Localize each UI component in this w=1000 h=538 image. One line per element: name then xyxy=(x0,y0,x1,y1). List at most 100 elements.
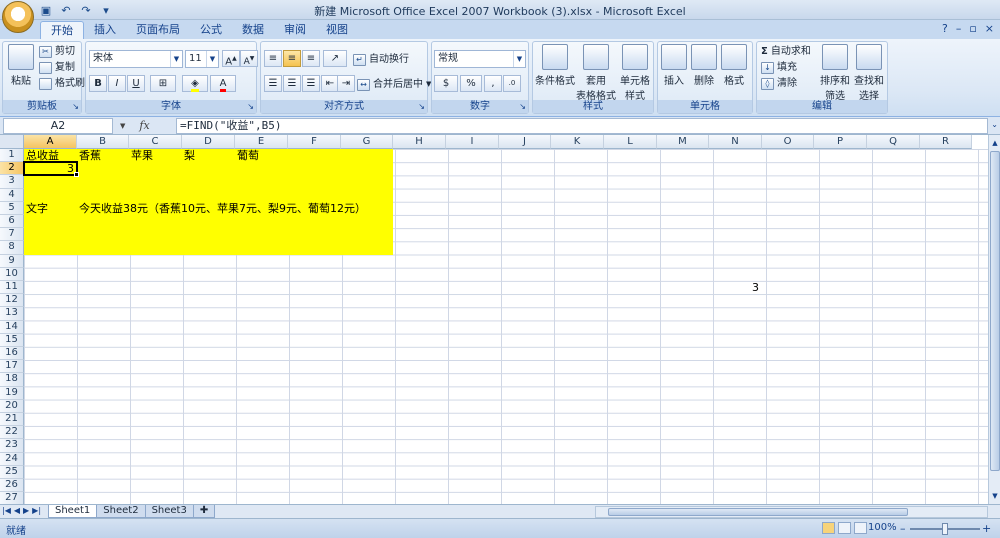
autosum-button[interactable]: Σ 自动求和 xyxy=(761,44,811,59)
help-icon[interactable]: ? xyxy=(942,22,948,35)
column-header-I[interactable]: I xyxy=(446,135,499,149)
undo-icon[interactable]: ↶ xyxy=(58,3,74,18)
font-color-button[interactable]: A xyxy=(210,75,236,92)
insert-function-button[interactable]: fx xyxy=(139,119,149,132)
align-bottom-button[interactable]: ≡ xyxy=(302,50,320,67)
tab-view[interactable]: 视图 xyxy=(316,21,358,39)
shrink-font-button[interactable]: A▼ xyxy=(240,50,258,67)
row-header-17[interactable]: 17 xyxy=(0,360,24,374)
column-header-L[interactable]: L xyxy=(604,135,657,149)
column-header-J[interactable]: J xyxy=(499,135,551,149)
increase-indent-button[interactable]: ⇥ xyxy=(337,75,355,92)
row-header-9[interactable]: 9 xyxy=(0,254,24,268)
row-header-24[interactable]: 24 xyxy=(0,452,24,466)
customize-qat-icon[interactable]: ▾ xyxy=(98,3,114,18)
dialog-launcher-icon[interactable]: ↘ xyxy=(519,102,526,111)
border-button[interactable]: ⊞ xyxy=(150,75,176,92)
row-header-22[interactable]: 22 xyxy=(0,426,24,440)
row-header-25[interactable]: 25 xyxy=(0,465,24,479)
column-header-F[interactable]: F xyxy=(288,135,341,149)
zoom-out-icon[interactable]: – xyxy=(900,522,906,535)
cell-A5[interactable]: 文字 xyxy=(26,202,48,215)
align-top-button[interactable]: ≡ xyxy=(264,50,282,67)
column-header-P[interactable]: P xyxy=(814,135,867,149)
row-header-18[interactable]: 18 xyxy=(0,373,24,387)
fill-handle[interactable] xyxy=(74,172,79,178)
fill-color-button[interactable]: ◈ xyxy=(182,75,208,92)
active-cell-border[interactable] xyxy=(23,161,78,177)
comma-button[interactable]: , xyxy=(484,75,502,92)
cut-button[interactable]: ✂ 剪切 xyxy=(39,44,75,59)
find-select-button[interactable]: 查找和 选择 xyxy=(853,44,885,102)
clear-button[interactable]: ◊ 清除 xyxy=(761,76,797,91)
increase-decimal-button[interactable]: .0 xyxy=(503,75,521,92)
row-header-1[interactable]: 1 xyxy=(0,149,24,163)
underline-button[interactable]: U xyxy=(127,75,145,92)
column-header-M[interactable]: M xyxy=(657,135,709,149)
select-all-corner[interactable] xyxy=(0,135,24,149)
format-as-table-button[interactable]: 套用 表格格式 xyxy=(575,44,617,102)
row-header-20[interactable]: 20 xyxy=(0,399,24,413)
cell-A1[interactable]: 总收益 xyxy=(26,149,59,162)
column-header-R[interactable]: R xyxy=(920,135,972,149)
row-header-13[interactable]: 13 xyxy=(0,307,24,321)
row-header-26[interactable]: 26 xyxy=(0,479,24,493)
row-header-4[interactable]: 4 xyxy=(0,188,24,202)
column-header-K[interactable]: K xyxy=(551,135,604,149)
cell-B5[interactable]: 今天收益38元（香蕉10元、苹果7元、梨9元、葡萄12元） xyxy=(79,202,366,215)
italic-button[interactable]: I xyxy=(108,75,126,92)
row-header-23[interactable]: 23 xyxy=(0,439,24,453)
merge-center-button[interactable]: ↔ 合并后居中 ▼ xyxy=(357,77,431,92)
row-header-27[interactable]: 27 xyxy=(0,492,24,504)
sheet-tab-1[interactable]: Sheet1 xyxy=(48,505,98,518)
column-header-C[interactable]: C xyxy=(129,135,182,149)
row-header-15[interactable]: 15 xyxy=(0,333,24,347)
row-header-6[interactable]: 6 xyxy=(0,215,24,229)
dialog-launcher-icon[interactable]: ↘ xyxy=(247,102,254,111)
row-header-19[interactable]: 19 xyxy=(0,386,24,400)
grow-font-button[interactable]: A▲ xyxy=(222,50,240,67)
column-header-Q[interactable]: Q xyxy=(867,135,920,149)
horizontal-scrollbar[interactable] xyxy=(595,506,988,518)
tab-home[interactable]: 开始 xyxy=(40,21,84,39)
column-header-A[interactable]: A xyxy=(24,135,77,149)
cell-E1[interactable]: 葡萄 xyxy=(237,149,259,162)
column-header-E[interactable]: E xyxy=(235,135,288,149)
page-layout-view-button[interactable] xyxy=(838,522,851,534)
row-header-5[interactable]: 5 xyxy=(0,201,24,215)
office-button[interactable] xyxy=(2,1,34,33)
insert-sheet-button[interactable]: ✚ xyxy=(192,505,216,518)
align-right-button[interactable]: ☰ xyxy=(302,75,320,92)
zoom-in-icon[interactable]: + xyxy=(982,522,991,535)
dialog-launcher-icon[interactable]: ↘ xyxy=(72,102,79,111)
tab-data[interactable]: 数据 xyxy=(232,21,274,39)
percent-button[interactable]: % xyxy=(460,75,482,92)
zoom-level[interactable]: 100% xyxy=(868,522,897,533)
row-header-14[interactable]: 14 xyxy=(0,320,24,334)
name-box-dropdown-icon[interactable]: ▼ xyxy=(120,122,125,130)
font-size-select[interactable]: 11 ▼ xyxy=(185,50,219,68)
next-sheet-icon[interactable]: ▶ xyxy=(23,506,29,515)
currency-button[interactable]: $ xyxy=(434,75,458,92)
normal-view-button[interactable] xyxy=(822,522,835,534)
sort-filter-button[interactable]: 排序和 筛选 xyxy=(819,44,851,102)
first-sheet-icon[interactable]: |◀ xyxy=(2,506,11,515)
insert-cells-button[interactable]: 插入 xyxy=(660,44,688,87)
delete-cells-button[interactable]: 删除 xyxy=(690,44,718,87)
name-box[interactable]: A2 xyxy=(3,118,113,134)
column-header-G[interactable]: G xyxy=(341,135,393,149)
wrap-text-button[interactable]: ↵ 自动换行 xyxy=(353,52,409,67)
sheet-tab-2[interactable]: Sheet2 xyxy=(96,505,146,518)
format-cells-button[interactable]: 格式 xyxy=(720,44,748,87)
cell-styles-button[interactable]: 单元格 样式 xyxy=(617,44,653,102)
column-header-D[interactable]: D xyxy=(182,135,235,149)
redo-icon[interactable]: ↷ xyxy=(78,3,94,18)
zoom-slider[interactable]: – + xyxy=(900,522,991,535)
cell-C1[interactable]: 苹果 xyxy=(131,149,153,162)
column-header-H[interactable]: H xyxy=(393,135,446,149)
save-icon[interactable]: ▣ xyxy=(38,3,54,18)
close-icon[interactable]: × xyxy=(985,22,994,35)
sheet-tab-3[interactable]: Sheet3 xyxy=(144,505,194,518)
row-header-2[interactable]: 2 xyxy=(0,162,24,176)
tab-review[interactable]: 审阅 xyxy=(274,21,316,39)
